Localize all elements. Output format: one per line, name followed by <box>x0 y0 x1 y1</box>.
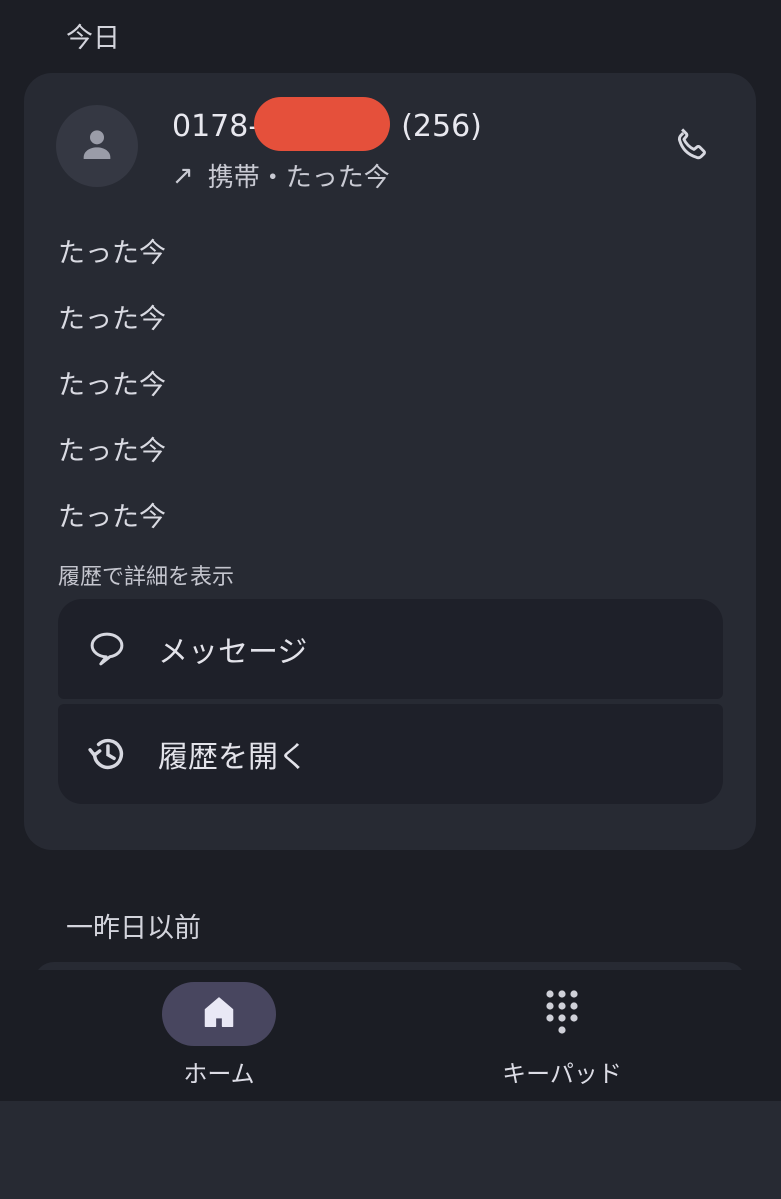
history-icon <box>82 729 132 779</box>
nav-home[interactable]: ホーム <box>119 982 319 1089</box>
detail-hint: 履歴で詳細を表示 <box>58 565 235 590</box>
home-icon <box>200 993 238 1035</box>
call-type-and-time: 携帯・たった今 <box>207 163 390 193</box>
caller-number-prefix: 0178- <box>172 109 260 144</box>
call-button[interactable] <box>662 117 722 177</box>
message-bubble-icon <box>82 624 132 674</box>
section-title-today: 今日 <box>66 23 120 54</box>
call-log-screen: 今日 0178- (256) ↗ 携帯・たった今 たった今 たった今 たった今 … <box>0 0 781 1199</box>
nav-keypad-label: キーパッド <box>502 1060 622 1088</box>
system-navigation-bar <box>0 1101 781 1199</box>
open-history-button-label: 履歴を開く <box>158 740 308 775</box>
history-entry: たった今 <box>58 370 166 401</box>
nav-home-active-indicator <box>162 982 276 1046</box>
avatar[interactable] <box>56 105 138 187</box>
history-entry: たった今 <box>58 502 166 533</box>
redaction-mark <box>254 97 390 151</box>
person-icon <box>77 124 117 168</box>
nav-keypad[interactable]: キーパッド <box>462 982 662 1089</box>
history-entry: たった今 <box>58 238 166 269</box>
open-history-button[interactable]: 履歴を開く <box>58 704 723 804</box>
phone-icon <box>670 123 714 171</box>
bottom-navigation: ホーム キーパッド <box>0 970 781 1101</box>
history-entry: たった今 <box>58 304 166 335</box>
section-title-older: 一昨日以前 <box>66 913 201 944</box>
nav-home-label: ホーム <box>183 1060 255 1088</box>
nav-keypad-indicator <box>505 982 619 1046</box>
recent-call-card: 0178- (256) ↗ 携帯・たった今 たった今 たった今 たった今 たった今… <box>24 73 756 850</box>
history-entry: たった今 <box>58 436 166 467</box>
message-button[interactable]: メッセージ <box>58 599 723 699</box>
dialpad-icon <box>542 988 582 1040</box>
call-subtitle: ↗ 携帯・たった今 <box>172 157 390 194</box>
outgoing-arrow-icon: ↗ <box>172 160 194 191</box>
message-button-label: メッセージ <box>158 635 308 670</box>
caller-number-suffix: (256) <box>401 109 482 144</box>
